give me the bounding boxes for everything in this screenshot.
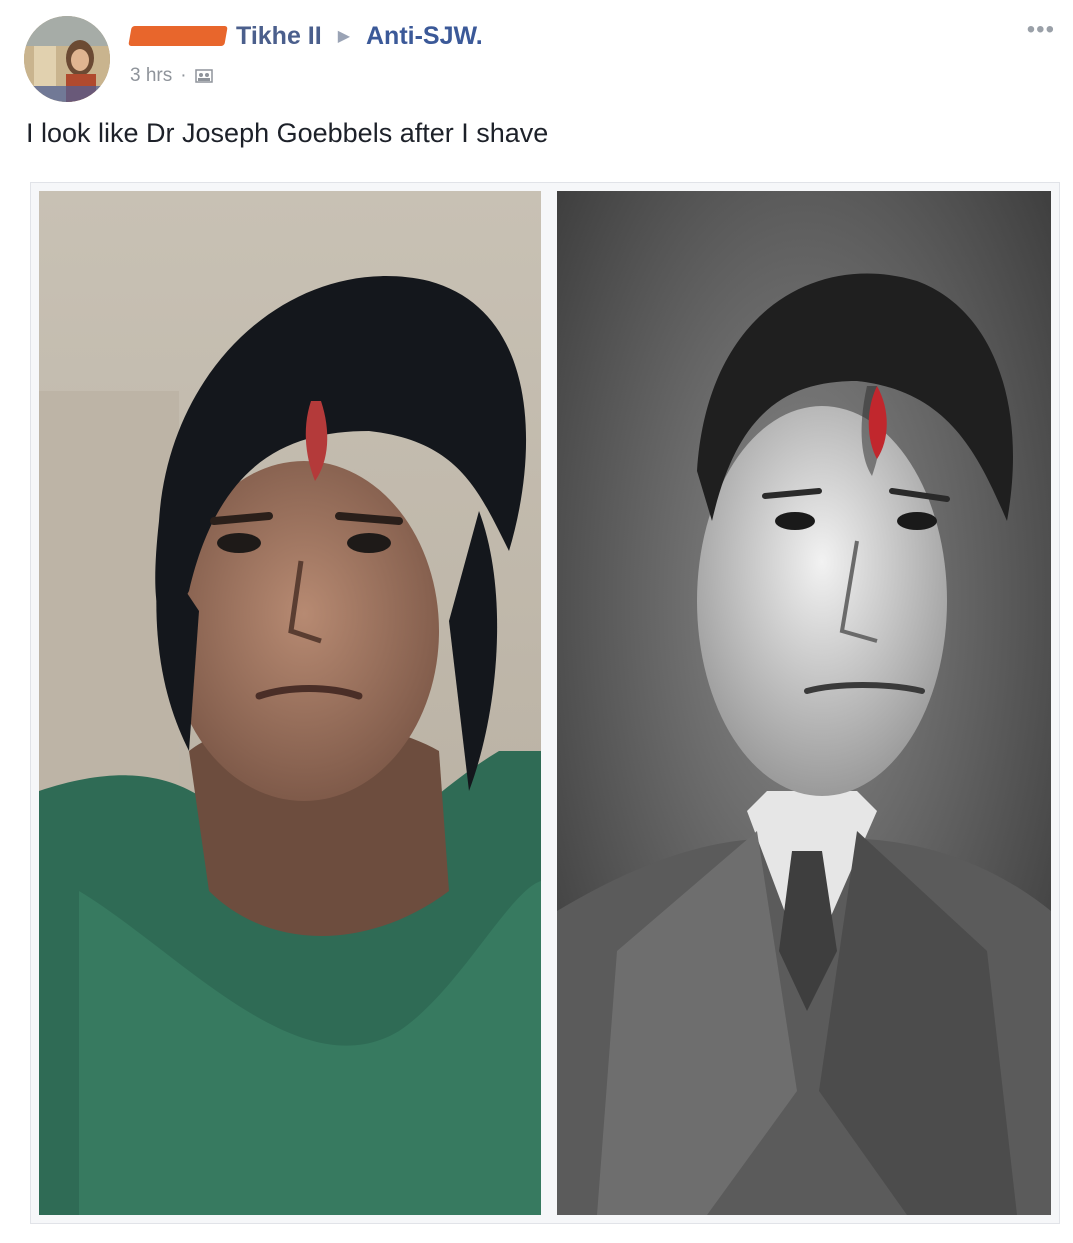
post-text: I look like Dr Joseph Goebbels after I s… — [26, 118, 549, 148]
post-header: Tikhe II ▶ Anti-SJW. — [128, 18, 483, 54]
avatar-image — [24, 16, 110, 102]
selfie-image — [39, 191, 541, 1215]
post-meta: 3 hrs · — [130, 62, 213, 90]
group-privacy-icon — [194, 69, 213, 83]
right-arrow-icon: ▶ — [337, 28, 350, 45]
goebbels-photo[interactable] — [557, 191, 1051, 1215]
goebbels-image — [557, 191, 1051, 1215]
group-name-link[interactable]: Anti-SJW. — [366, 22, 483, 51]
author-name-link[interactable]: Tikhe II — [236, 22, 322, 51]
author-avatar[interactable] — [24, 16, 110, 102]
post-timestamp[interactable]: 3 hrs — [130, 65, 172, 87]
post-photo-collage[interactable] — [30, 182, 1060, 1224]
more-options-button[interactable]: ••• — [1027, 16, 1055, 44]
meta-separator: · — [180, 65, 187, 86]
redacted-name-marker — [128, 26, 228, 46]
selfie-photo[interactable] — [39, 191, 541, 1215]
facebook-post: Tikhe II ▶ Anti-SJW. 3 hrs · ••• I look … — [0, 0, 1073, 1243]
